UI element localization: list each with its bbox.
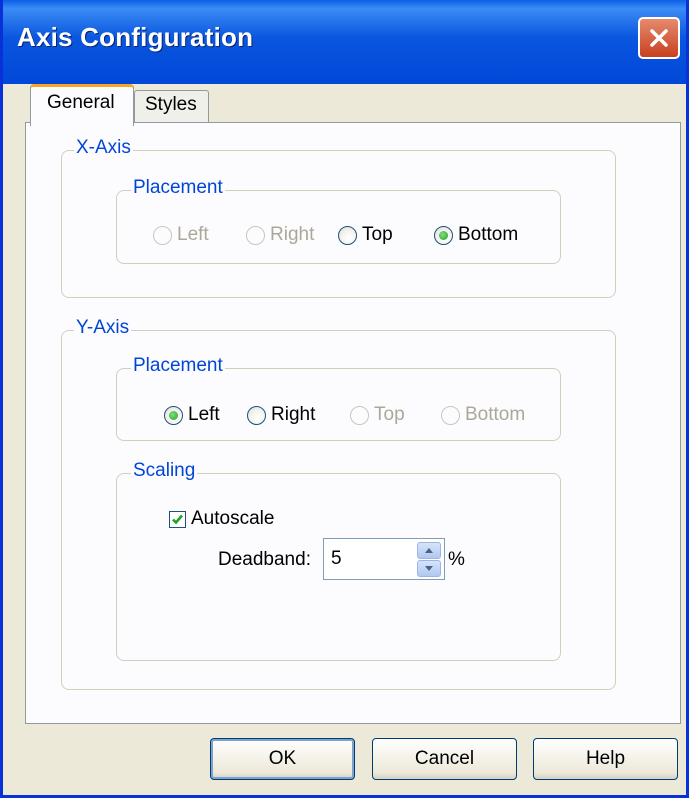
x-axis-legend: X-Axis bbox=[74, 137, 133, 159]
deadband-unit: % bbox=[448, 549, 465, 570]
y-axis-top-radio[interactable]: Top bbox=[350, 404, 405, 426]
y-axis-placement-legend: Placement bbox=[131, 355, 225, 377]
title-bar[interactable]: Axis Configuration bbox=[3, 0, 686, 84]
radio-label: Left bbox=[177, 224, 209, 245]
help-button[interactable]: Help bbox=[533, 738, 678, 780]
radio-label: Bottom bbox=[465, 404, 526, 425]
y-axis-legend: Y-Axis bbox=[74, 317, 132, 339]
deadband-label: Deadband: bbox=[218, 549, 311, 570]
radio-circle-checked bbox=[164, 405, 183, 425]
tab-styles[interactable]: Styles bbox=[134, 90, 209, 126]
radio-circle bbox=[338, 225, 357, 245]
x-axis-top-radio[interactable]: Top bbox=[338, 224, 393, 246]
radio-label: Bottom bbox=[458, 224, 519, 245]
close-button[interactable] bbox=[638, 17, 680, 59]
radio-label: Right bbox=[271, 404, 316, 425]
x-axis-right-radio[interactable]: Right bbox=[246, 224, 314, 246]
radio-label: Right bbox=[270, 224, 315, 245]
tab-styles-label: Styles bbox=[145, 94, 197, 115]
deadband-spinner[interactable]: 5 bbox=[323, 538, 445, 580]
deadband-value[interactable]: 5 bbox=[331, 548, 342, 570]
radio-label: Top bbox=[362, 224, 393, 245]
y-axis-bottom-radio[interactable]: Bottom bbox=[441, 404, 525, 426]
close-icon bbox=[650, 29, 668, 47]
autoscale-label: Autoscale bbox=[191, 508, 275, 529]
window-title: Axis Configuration bbox=[17, 22, 254, 52]
cancel-button[interactable]: Cancel bbox=[372, 738, 517, 780]
tab-general[interactable]: General bbox=[30, 84, 134, 126]
tab-general-label: General bbox=[47, 92, 115, 113]
ok-button[interactable]: OK bbox=[210, 738, 355, 780]
checkmark-icon bbox=[172, 514, 183, 524]
radio-circle bbox=[441, 405, 460, 425]
x-axis-left-radio[interactable]: Left bbox=[153, 224, 209, 246]
radio-label: Left bbox=[188, 404, 220, 425]
spin-up-button[interactable] bbox=[417, 542, 441, 559]
x-axis-placement-legend: Placement bbox=[131, 177, 225, 199]
radio-label: Top bbox=[374, 404, 405, 425]
y-axis-left-radio[interactable]: Left bbox=[164, 404, 220, 426]
radio-circle bbox=[350, 405, 369, 425]
radio-circle bbox=[153, 225, 172, 245]
x-axis-bottom-radio[interactable]: Bottom bbox=[434, 224, 518, 246]
spin-down-button[interactable] bbox=[417, 560, 441, 577]
checkbox-box bbox=[169, 510, 186, 528]
radio-circle-checked bbox=[434, 225, 453, 245]
radio-circle bbox=[246, 225, 265, 245]
axis-configuration-dialog: Axis Configuration General Styles X-Axis… bbox=[0, 0, 689, 798]
arrow-down-icon bbox=[425, 566, 433, 571]
y-axis-right-radio[interactable]: Right bbox=[247, 404, 315, 426]
autoscale-checkbox[interactable]: Autoscale bbox=[169, 508, 274, 530]
scaling-legend: Scaling bbox=[131, 460, 198, 482]
radio-circle bbox=[247, 405, 266, 425]
arrow-up-icon bbox=[425, 548, 433, 553]
